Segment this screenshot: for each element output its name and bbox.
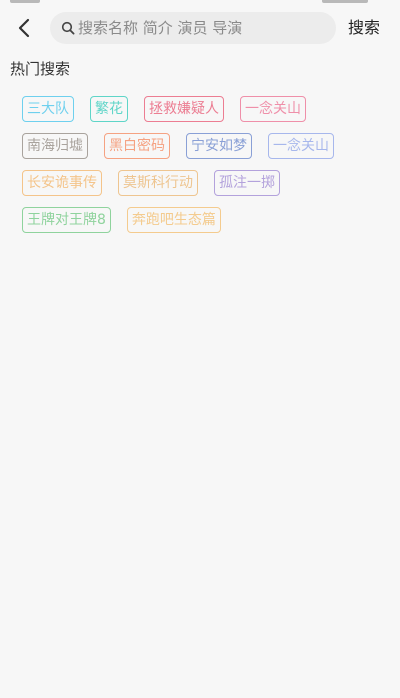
hot-search-tag[interactable]: 孤注一掷: [214, 170, 280, 196]
search-input[interactable]: [78, 19, 318, 37]
hot-search-tag[interactable]: 莫斯科行动: [118, 170, 198, 196]
tag-row: 三大队 繁花 拯救嫌疑人 一念关山: [22, 96, 382, 122]
status-bar-indicators: [322, 0, 368, 3]
hot-search-tag[interactable]: 一念关山: [240, 96, 306, 122]
hot-search-tag[interactable]: 宁安如梦: [186, 133, 252, 159]
hot-search-tag[interactable]: 黑白密码: [104, 133, 170, 159]
hot-search-tag[interactable]: 王牌对王牌8: [22, 207, 111, 233]
hot-search-tag[interactable]: 奔跑吧生态篇: [126, 207, 221, 233]
hot-search-tag[interactable]: 一念关山: [268, 133, 334, 159]
hot-search-tag[interactable]: 长安诡事传: [22, 170, 102, 196]
search-icon: [60, 20, 76, 36]
chevron-left-icon: [18, 18, 30, 38]
back-button[interactable]: [8, 12, 40, 44]
tag-row: 南海归墟 黑白密码 宁安如梦 一念关山: [22, 133, 382, 159]
tag-row: 长安诡事传 莫斯科行动 孤注一掷: [22, 170, 382, 196]
search-box[interactable]: [50, 12, 336, 44]
hot-search-tag[interactable]: 繁花: [90, 96, 128, 122]
tag-row: 王牌对王牌8 奔跑吧生态篇: [22, 207, 382, 233]
hot-search-tag[interactable]: 拯救嫌疑人: [144, 96, 224, 122]
hot-search-tags: 三大队 繁花 拯救嫌疑人 一念关山 南海归墟 黑白密码 宁安如梦 一念关山 长安…: [22, 96, 382, 244]
hot-search-tag[interactable]: 南海归墟: [22, 133, 88, 159]
hot-search-title: 热门搜索: [10, 60, 71, 78]
status-bar-time: [10, 0, 40, 3]
search-button[interactable]: 搜索: [348, 16, 380, 40]
hot-search-tag[interactable]: 三大队: [22, 96, 74, 122]
status-bar: [0, 0, 400, 6]
search-header: 搜索: [0, 8, 400, 48]
